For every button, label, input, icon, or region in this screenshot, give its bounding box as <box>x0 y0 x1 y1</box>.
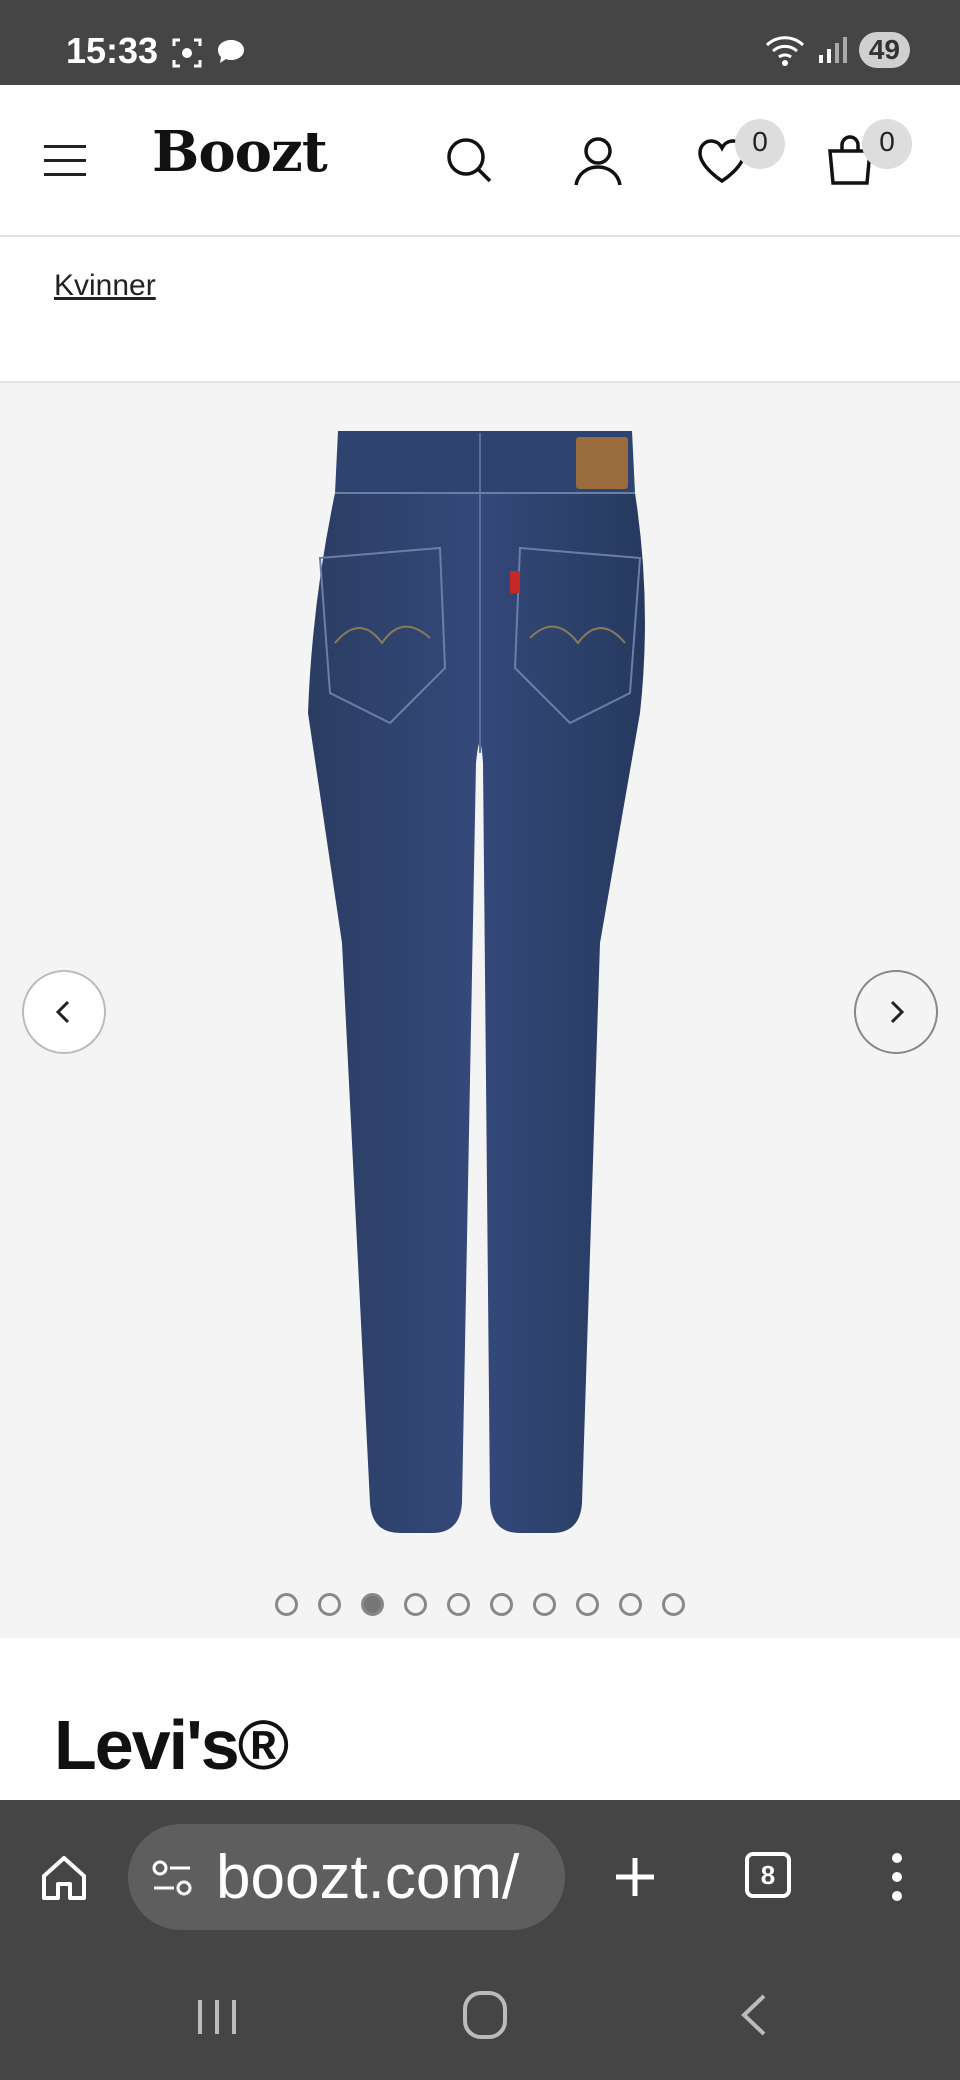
gallery-dot[interactable] <box>404 1593 427 1616</box>
status-bar: 15:33 49 <box>0 0 960 85</box>
gallery-dot[interactable] <box>318 1593 341 1616</box>
back-icon[interactable] <box>730 1990 780 2040</box>
account-icon[interactable] <box>568 131 628 191</box>
gallery-dot[interactable] <box>361 1593 384 1616</box>
product-image-gallery[interactable] <box>0 383 960 1638</box>
system-navigation-bar <box>0 1950 960 2080</box>
site-settings-icon[interactable] <box>150 1858 194 1898</box>
menu-icon[interactable] <box>44 145 86 179</box>
home-icon[interactable] <box>38 1852 90 1904</box>
more-menu-icon[interactable] <box>880 1850 914 1904</box>
gallery-dot[interactable] <box>619 1593 642 1616</box>
gallery-dot[interactable] <box>447 1593 470 1616</box>
tab-switcher-button[interactable]: 8 <box>745 1852 791 1898</box>
product-image-jeans <box>308 431 645 1533</box>
search-icon[interactable] <box>440 131 500 191</box>
gallery-dot[interactable] <box>275 1593 298 1616</box>
recent-apps-icon[interactable] <box>192 1992 242 2042</box>
breadcrumb: Kvinner <box>0 237 960 383</box>
browser-toolbar: boozt.com/ 8 <box>0 1800 960 1950</box>
breadcrumb-link-kvinner[interactable]: Kvinner <box>54 269 156 303</box>
url-text: boozt.com/ <box>216 1843 520 1912</box>
status-notification-icons <box>170 36 248 70</box>
wifi-icon <box>765 36 804 66</box>
gallery-dot[interactable] <box>490 1593 513 1616</box>
gallery-dot[interactable] <box>576 1593 599 1616</box>
gallery-dot[interactable] <box>662 1593 685 1616</box>
site-logo[interactable]: Boozt <box>152 119 328 185</box>
status-system-icons: 49 <box>765 32 910 68</box>
gallery-pagination <box>0 1593 960 1616</box>
chat-icon <box>218 40 244 63</box>
screenshot-icon <box>172 38 202 68</box>
status-time: 15:33 <box>66 30 159 71</box>
site-header: Boozt 0 0 <box>0 85 960 237</box>
signal-icon <box>818 37 847 63</box>
chevron-right-icon <box>890 1000 905 1024</box>
battery-indicator: 49 <box>858 32 910 68</box>
product-brand[interactable]: Levi's® <box>54 1705 289 1785</box>
wishlist-count-badge: 0 <box>735 119 785 169</box>
gallery-prev-button[interactable] <box>22 970 106 1054</box>
chevron-left-icon <box>55 1000 70 1024</box>
gallery-dot[interactable] <box>533 1593 556 1616</box>
home-button-icon[interactable] <box>460 1988 510 2042</box>
address-bar[interactable]: boozt.com/ <box>128 1824 565 1930</box>
gallery-next-button[interactable] <box>854 970 938 1054</box>
cart-count-badge: 0 <box>862 119 912 169</box>
new-tab-icon[interactable] <box>610 1852 660 1902</box>
